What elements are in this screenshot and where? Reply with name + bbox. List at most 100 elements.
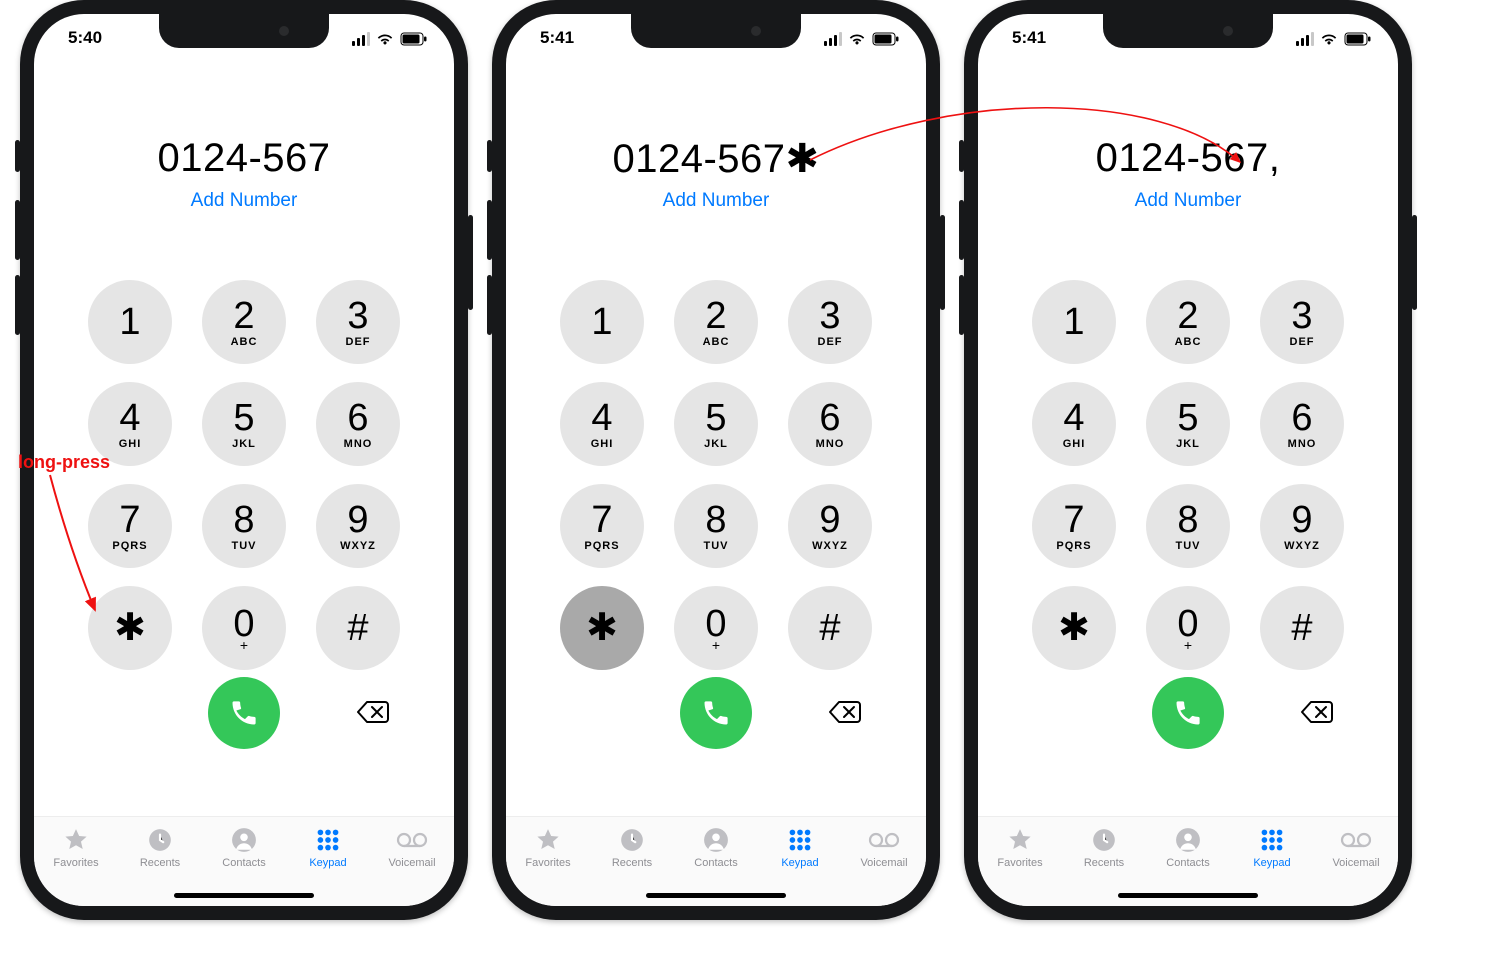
key-4[interactable]: 4GHI	[560, 382, 644, 466]
key-digit: 5	[1177, 399, 1198, 437]
keypad-icon	[315, 827, 341, 853]
key-6[interactable]: 6MNO	[1260, 382, 1344, 466]
key-letters: JKL	[1176, 438, 1200, 450]
key-4[interactable]: 4GHI	[1032, 382, 1116, 466]
clock-icon	[1091, 827, 1117, 853]
key-3[interactable]: 3DEF	[788, 280, 872, 364]
tab-label: Contacts	[1166, 857, 1209, 869]
key-hash[interactable]: #	[1260, 586, 1344, 670]
delete-button[interactable]	[826, 697, 864, 727]
key-3[interactable]: 3DEF	[1260, 280, 1344, 364]
key-digit: 3	[1291, 297, 1312, 335]
call-button[interactable]	[680, 677, 752, 749]
key-letters: +	[712, 641, 720, 651]
tab-label: Keypad	[309, 857, 346, 869]
key-star[interactable]: ✱	[560, 586, 644, 670]
wifi-icon	[848, 32, 866, 46]
key-8[interactable]: 8TUV	[202, 484, 286, 568]
key-letters: PQRS	[584, 540, 619, 552]
key-6[interactable]: 6MNO	[316, 382, 400, 466]
key-digit: #	[819, 609, 840, 647]
key-2[interactable]: 2ABC	[674, 280, 758, 364]
call-row	[560, 677, 872, 749]
cellular-icon	[352, 32, 370, 46]
key-1[interactable]: 1	[88, 280, 172, 364]
key-digit: 7	[119, 501, 140, 539]
clock-icon	[619, 827, 645, 853]
star-icon	[535, 827, 561, 853]
key-star[interactable]: ✱	[1032, 586, 1116, 670]
status-icons	[824, 32, 900, 46]
call-button[interactable]	[208, 677, 280, 749]
call-button[interactable]	[1152, 677, 1224, 749]
key-7[interactable]: 7PQRS	[1032, 484, 1116, 568]
key-2[interactable]: 2ABC	[202, 280, 286, 364]
tab-voicemail[interactable]: Voicemail	[1314, 817, 1398, 906]
home-indicator	[646, 893, 786, 898]
delete-button[interactable]	[354, 697, 392, 727]
status-time: 5:41	[540, 28, 574, 48]
key-digit: 1	[1063, 303, 1084, 341]
backspace-icon	[1299, 699, 1335, 725]
key-7[interactable]: 7PQRS	[560, 484, 644, 568]
key-5[interactable]: 5JKL	[1146, 382, 1230, 466]
tab-favorites[interactable]: Favorites	[34, 817, 118, 906]
key-0[interactable]: 0+	[202, 586, 286, 670]
key-letters: WXYZ	[812, 540, 848, 552]
status-icons	[352, 32, 428, 46]
keypad-icon	[787, 827, 813, 853]
key-letters: ABC	[703, 336, 730, 348]
call-row	[88, 677, 400, 749]
tab-voicemail[interactable]: Voicemail	[370, 817, 454, 906]
key-5[interactable]: 5JKL	[202, 382, 286, 466]
key-letters: +	[240, 641, 248, 651]
keypad: 12ABC3DEF4GHI5JKL6MNO7PQRS8TUV9WXYZ✱0+#	[88, 280, 400, 670]
key-letters: TUV	[1176, 540, 1201, 552]
tab-label: Contacts	[694, 857, 737, 869]
key-9[interactable]: 9WXYZ	[316, 484, 400, 568]
key-8[interactable]: 8TUV	[1146, 484, 1230, 568]
tab-label: Keypad	[781, 857, 818, 869]
tab-favorites[interactable]: Favorites	[506, 817, 590, 906]
key-3[interactable]: 3DEF	[316, 280, 400, 364]
keypad-icon	[787, 827, 813, 853]
status-icons	[1296, 32, 1372, 46]
tab-favorites[interactable]: Favorites	[978, 817, 1062, 906]
tab-label: Keypad	[1253, 857, 1290, 869]
battery-icon	[400, 32, 428, 46]
key-0[interactable]: 0+	[674, 586, 758, 670]
key-2[interactable]: 2ABC	[1146, 280, 1230, 364]
phone-handset-icon	[1171, 696, 1205, 730]
clock-icon	[147, 827, 173, 853]
key-letters: WXYZ	[340, 540, 376, 552]
delete-button[interactable]	[1298, 697, 1336, 727]
key-0[interactable]: 0+	[1146, 586, 1230, 670]
key-digit: 9	[819, 501, 840, 539]
key-9[interactable]: 9WXYZ	[1260, 484, 1344, 568]
backspace-icon	[827, 699, 863, 725]
key-hash[interactable]: #	[788, 586, 872, 670]
add-number-link[interactable]: Add Number	[34, 190, 454, 212]
keypad-icon	[1259, 827, 1285, 853]
key-digit: 5	[233, 399, 254, 437]
key-hash[interactable]: #	[316, 586, 400, 670]
key-digit: 8	[1177, 501, 1198, 539]
key-1[interactable]: 1	[560, 280, 644, 364]
tab-voicemail[interactable]: Voicemail	[842, 817, 926, 906]
tab-label: Voicemail	[388, 857, 435, 869]
key-digit: #	[347, 609, 368, 647]
key-6[interactable]: 6MNO	[788, 382, 872, 466]
voicemail-icon	[1340, 827, 1372, 853]
key-5[interactable]: 5JKL	[674, 382, 758, 466]
key-8[interactable]: 8TUV	[674, 484, 758, 568]
keypad-icon	[1259, 827, 1285, 853]
voicemail-icon	[868, 827, 900, 853]
key-9[interactable]: 9WXYZ	[788, 484, 872, 568]
key-1[interactable]: 1	[1032, 280, 1116, 364]
tab-label: Favorites	[525, 857, 570, 869]
key-digit: 1	[591, 303, 612, 341]
key-digit: 5	[705, 399, 726, 437]
key-letters: MNO	[1288, 438, 1317, 450]
key-digit: 2	[705, 297, 726, 335]
person-icon	[703, 827, 729, 853]
